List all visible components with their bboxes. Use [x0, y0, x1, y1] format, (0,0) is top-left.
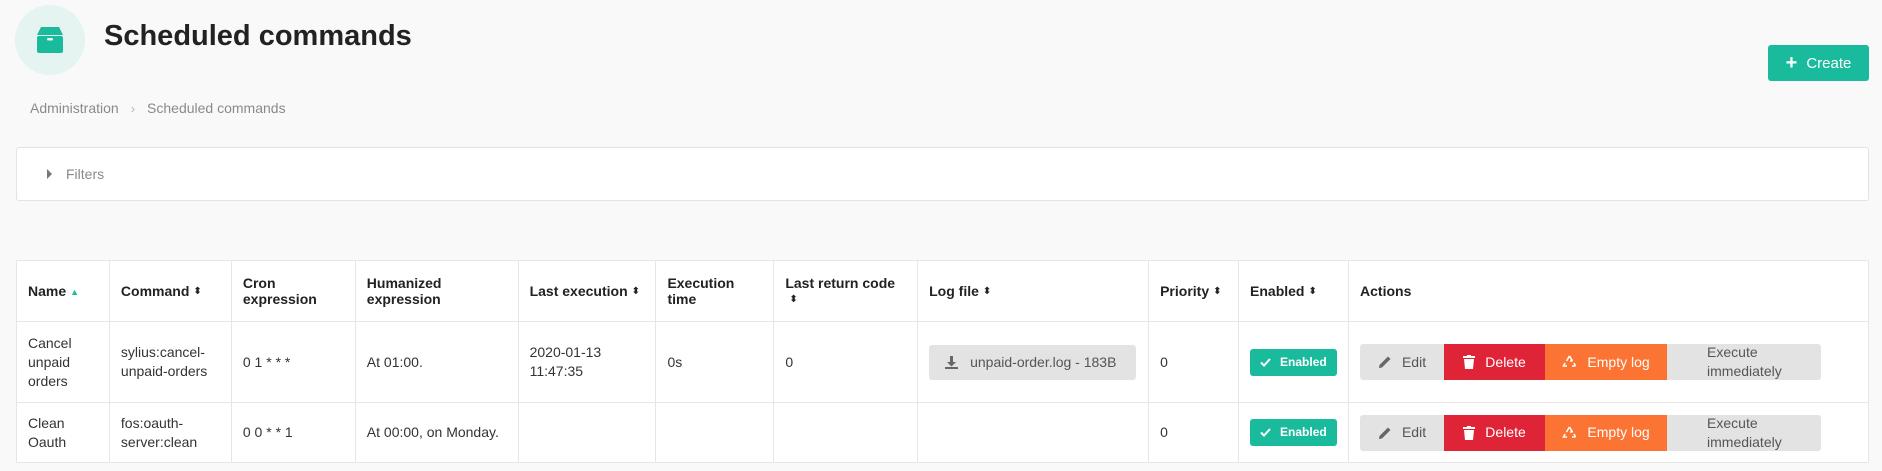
- sort-icon: ⬍: [982, 286, 992, 298]
- enabled-label: Enabled: [1280, 425, 1327, 439]
- column-header-last-execution[interactable]: Last execution ⬍: [517, 260, 657, 322]
- trash-icon: [1463, 425, 1476, 440]
- cell-name: Clean Oauth: [16, 402, 110, 463]
- sort-icon: ⬍: [789, 294, 798, 306]
- delete-label: Delete: [1485, 353, 1526, 370]
- cell-enabled: Enabled: [1238, 402, 1350, 463]
- empty-log-label: Empty log: [1587, 424, 1650, 440]
- column-header-enabled[interactable]: Enabled ⬍: [1238, 260, 1350, 322]
- cell-priority: 0: [1148, 321, 1240, 403]
- table-row: Clean Oauth fos:oauth- server:clean 0 0 …: [16, 402, 1869, 463]
- breadcrumb: Administration › Scheduled commands: [30, 100, 286, 116]
- recycle-icon: [1562, 355, 1577, 369]
- recycle-icon: [1562, 426, 1577, 440]
- row-actions: Edit Delete Empty log Execute immediatel…: [1360, 414, 1857, 451]
- delete-button[interactable]: Delete: [1444, 344, 1546, 380]
- edit-button[interactable]: Edit: [1360, 414, 1445, 451]
- download-icon: [945, 355, 959, 369]
- execute-immediately-button[interactable]: Execute immediately: [1667, 414, 1822, 451]
- cell-execution-time: 0s: [655, 321, 775, 403]
- cell-last-return-code: [773, 402, 919, 463]
- enabled-toggle[interactable]: Enabled: [1250, 348, 1338, 376]
- delete-button[interactable]: Delete: [1444, 414, 1546, 451]
- breadcrumb-item-administration[interactable]: Administration: [30, 100, 119, 116]
- filters-toggle[interactable]: Filters: [16, 147, 1869, 201]
- breadcrumb-item-current: Scheduled commands: [147, 100, 286, 116]
- page-header-icon: [15, 5, 85, 75]
- cell-enabled: Enabled: [1238, 321, 1350, 403]
- cell-last-execution: [517, 402, 657, 463]
- scheduled-commands-table: Name ▲ Command ⬍ Cron expression Humanized…: [16, 260, 1869, 463]
- trash-icon: [1463, 355, 1476, 369]
- cell-actions: Edit Delete Empty log Execute immediatel…: [1348, 321, 1869, 403]
- column-header-execution-time: Execution time: [655, 260, 775, 322]
- sort-icon: ⬍: [193, 286, 202, 298]
- download-log-button[interactable]: unpaid-order.log - 183B: [929, 344, 1137, 380]
- delete-label: Delete: [1485, 424, 1526, 440]
- pencil-icon: [1378, 355, 1392, 369]
- row-actions: Edit Delete Empty log Execute immediatel…: [1360, 344, 1857, 380]
- cell-name: Cancel unpaid orders: [16, 321, 110, 403]
- execute-immediately-button[interactable]: Execute immediately: [1667, 344, 1822, 380]
- column-header-cron: Cron expression: [230, 260, 356, 322]
- table-header-row: Name ▲ Command ⬍ Cron expression Humanized…: [16, 260, 1869, 322]
- chevron-right-icon: ›: [130, 100, 136, 116]
- sort-asc-icon: ▲: [70, 286, 80, 297]
- empty-log-button[interactable]: Empty log: [1545, 414, 1668, 451]
- cell-actions: Edit Delete Empty log Execute immediatel…: [1348, 402, 1869, 463]
- sort-icon: ⬍: [1213, 286, 1222, 298]
- cell-last-return-code: 0: [773, 321, 919, 403]
- check-icon: [1260, 357, 1271, 367]
- column-header-log-file[interactable]: Log file ⬍: [917, 260, 1150, 322]
- plus-icon: +: [1785, 52, 1798, 74]
- page-title: Scheduled commands: [104, 20, 412, 52]
- column-header-name[interactable]: Name ▲: [16, 260, 110, 322]
- execute-label: Execute immediately: [1707, 344, 1782, 379]
- column-header-actions: Actions: [1348, 260, 1869, 322]
- check-icon: [1260, 428, 1271, 437]
- create-button[interactable]: + Create: [1768, 45, 1869, 81]
- sort-icon: ⬍: [631, 286, 641, 298]
- cell-cron: 0 1 * * *: [230, 321, 356, 403]
- log-file-label: unpaid-order.log - 183B: [970, 353, 1117, 370]
- column-header-command[interactable]: Command ⬍: [108, 260, 232, 322]
- box-icon: [35, 26, 65, 54]
- column-header-humanized: Humanized expression: [354, 260, 519, 322]
- cell-cron: 0 0 * * 1: [230, 402, 356, 463]
- cell-humanized: At 00:00, on Monday.: [354, 402, 519, 463]
- enabled-label: Enabled: [1280, 354, 1327, 369]
- cell-command: sylius:cancel- unpaid-orders: [108, 321, 232, 403]
- create-button-label: Create: [1806, 54, 1852, 72]
- empty-log-label: Empty log: [1587, 353, 1650, 370]
- table-row: Cancel unpaid orders sylius:cancel- unpa…: [16, 321, 1869, 403]
- edit-button[interactable]: Edit: [1360, 344, 1445, 380]
- cell-log-file: unpaid-order.log - 183B: [917, 321, 1150, 403]
- edit-label: Edit: [1401, 353, 1427, 370]
- cell-log-file: [917, 402, 1150, 463]
- execute-label: Execute immediately: [1707, 414, 1782, 450]
- filters-label: Filters: [66, 166, 105, 182]
- edit-label: Edit: [1401, 424, 1427, 440]
- column-header-priority[interactable]: Priority ⬍: [1148, 260, 1240, 322]
- cell-command: fos:oauth- server:clean: [108, 402, 232, 463]
- cell-priority: 0: [1148, 402, 1240, 463]
- pencil-icon: [1378, 426, 1392, 440]
- cell-last-execution: 2020-01-13 11:47:35: [517, 321, 657, 403]
- cell-execution-time: [655, 402, 775, 463]
- caret-right-icon: [47, 169, 52, 179]
- empty-log-button[interactable]: Empty log: [1545, 344, 1668, 380]
- cell-humanized: At 01:00.: [354, 321, 519, 403]
- column-header-last-return-code[interactable]: Last return code⬍: [773, 260, 919, 322]
- sort-icon: ⬍: [1308, 286, 1317, 298]
- enabled-toggle[interactable]: Enabled: [1250, 419, 1338, 446]
